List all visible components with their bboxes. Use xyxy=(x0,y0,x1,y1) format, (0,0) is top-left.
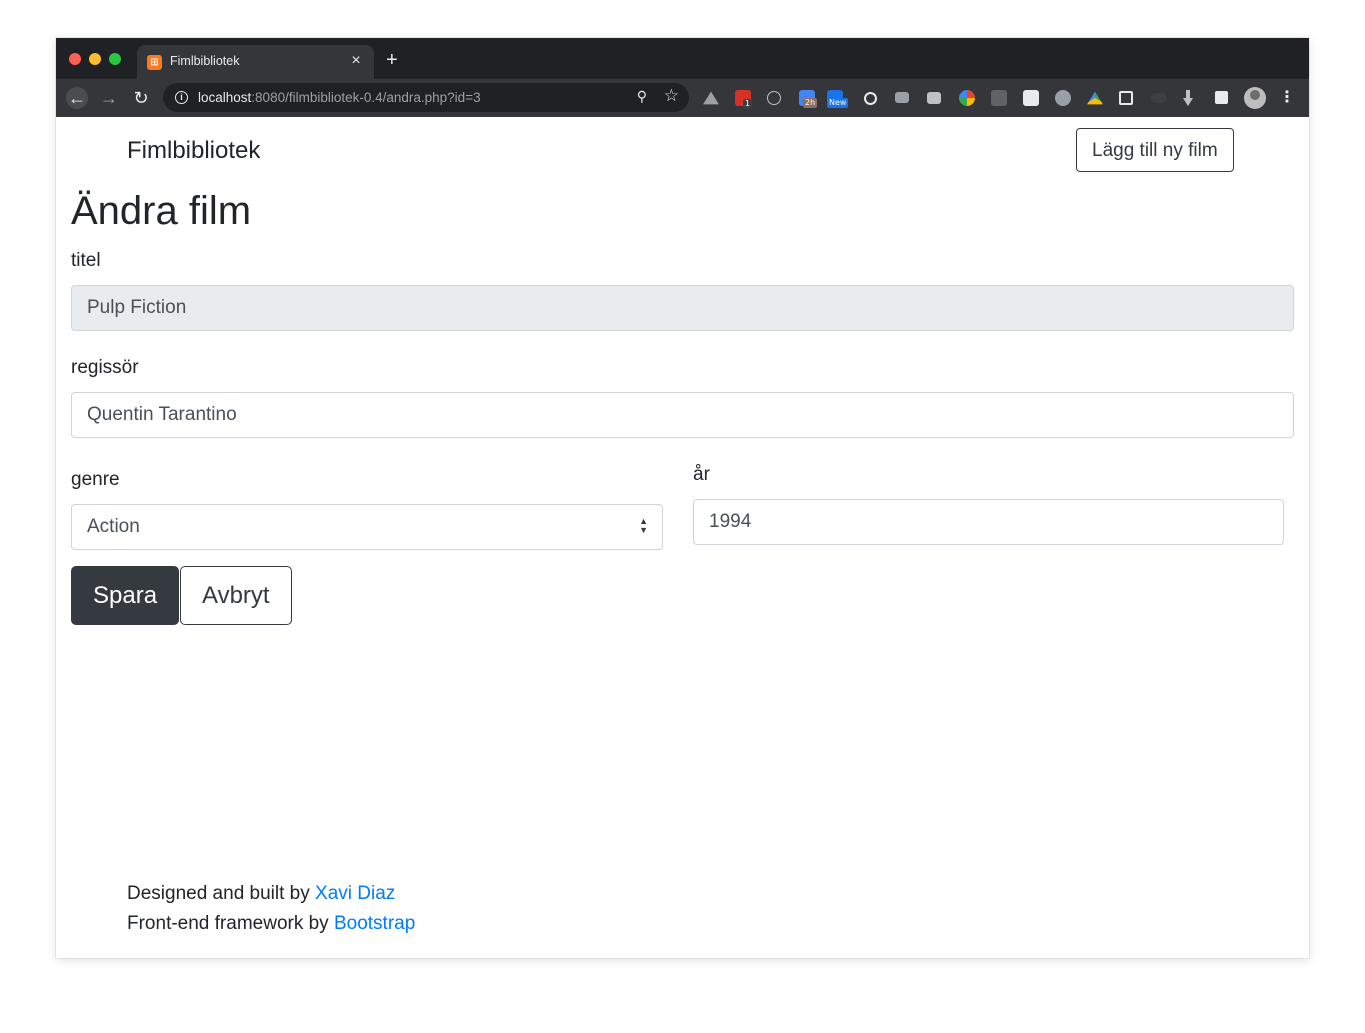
chart-extension-icon[interactable] xyxy=(1023,90,1039,106)
back-arrow-icon[interactable]: ← xyxy=(66,87,88,109)
camera-extension-icon[interactable] xyxy=(895,92,909,103)
select-caret-icon: ▲ ▼ xyxy=(639,516,648,535)
bookmark-star-icon[interactable]: ☆ xyxy=(664,86,679,106)
bootstrap-link[interactable]: Bootstrap xyxy=(334,913,415,934)
zoom-icon[interactable]: ⚲ xyxy=(637,88,647,105)
page-title: Ändra film xyxy=(71,189,252,233)
browser-window: ⊞ Fimlbibliotek × + ← → ↻ i localhost:80… xyxy=(56,38,1309,958)
genre-label: genre xyxy=(71,469,120,490)
google-drive-extension-icon[interactable] xyxy=(1087,91,1103,105)
genre-selected-value: Action xyxy=(87,516,140,537)
tab-close-icon[interactable]: × xyxy=(347,52,365,70)
year-field[interactable]: 1994 xyxy=(693,499,1284,545)
author-link[interactable]: Xavi Diaz xyxy=(315,883,395,904)
browser-toolbar: ← → ↻ i localhost:8080/filmbibliotek-0.4… xyxy=(56,79,1309,117)
footer-credit-line: Designed and built by Xavi Diaz xyxy=(127,883,396,904)
director-field[interactable]: Quentin Tarantino xyxy=(71,392,1294,438)
tab-title: Fimlbibliotek xyxy=(170,54,240,68)
save-button[interactable]: Spara xyxy=(71,566,180,625)
footer: Designed and built by Xavi Diaz Front-en… xyxy=(127,879,415,939)
cancel-button[interactable]: Avbryt xyxy=(180,566,292,625)
profile-avatar[interactable] xyxy=(1244,87,1266,109)
maximize-window-button[interactable] xyxy=(109,53,121,65)
printer-extension-icon[interactable] xyxy=(927,92,941,104)
reload-icon[interactable]: ↻ xyxy=(130,87,152,109)
circle-extension-icon[interactable] xyxy=(864,92,877,105)
chrome-menu-icon[interactable]: ⋮ xyxy=(1279,88,1295,108)
address-bar[interactable]: i localhost:8080/filmbibliotek-0.4/andra… xyxy=(163,83,689,112)
title-field[interactable]: Pulp Fiction xyxy=(71,285,1294,331)
footer-framework-line: Front-end framework by Bootstrap xyxy=(127,913,416,934)
title-label: titel xyxy=(71,250,101,271)
director-label: regissör xyxy=(71,357,139,378)
new-tab-button[interactable]: + xyxy=(386,50,398,70)
year-label: år xyxy=(693,464,710,485)
cloud-extension-icon[interactable] xyxy=(1151,93,1167,103)
download-circle-extension-icon[interactable] xyxy=(1055,90,1071,106)
news-extension-icon[interactable]: New xyxy=(827,90,849,108)
add-new-film-button[interactable]: Lägg till ny film xyxy=(1076,128,1234,172)
navbar-brand[interactable]: Fimlbibliotek xyxy=(127,137,260,165)
drive-extension-icon[interactable] xyxy=(703,91,719,105)
close-window-button[interactable] xyxy=(69,53,81,65)
crop-extension-icon[interactable] xyxy=(1119,91,1133,105)
genre-select[interactable]: Action ▲ ▼ xyxy=(71,504,663,550)
url-text[interactable]: localhost:8080/filmbibliotek-0.4/andra.p… xyxy=(198,90,481,105)
minimize-window-button[interactable] xyxy=(89,53,101,65)
todo-extension-icon[interactable]: 1 xyxy=(735,90,753,109)
download-arrow-extension-icon[interactable] xyxy=(1183,90,1193,106)
page-content: Fimlbibliotek Lägg till ny film Ändra fi… xyxy=(56,117,1309,958)
site-info-icon[interactable]: i xyxy=(175,91,188,104)
facebook-extension-icon[interactable] xyxy=(991,90,1007,106)
puzzle-extensions-icon[interactable] xyxy=(1215,91,1228,104)
forward-arrow-icon[interactable]: → xyxy=(98,87,120,109)
xampp-favicon-icon: ⊞ xyxy=(147,55,162,70)
bulb-extension-icon[interactable] xyxy=(767,91,781,105)
tab-fimlbibliotek[interactable]: ⊞ Fimlbibliotek × xyxy=(137,45,374,79)
calendar-extension-icon[interactable]: 2h xyxy=(799,90,818,108)
chrome-color-extension-icon[interactable] xyxy=(959,90,975,106)
tab-strip: ⊞ Fimlbibliotek × + xyxy=(56,38,1309,79)
